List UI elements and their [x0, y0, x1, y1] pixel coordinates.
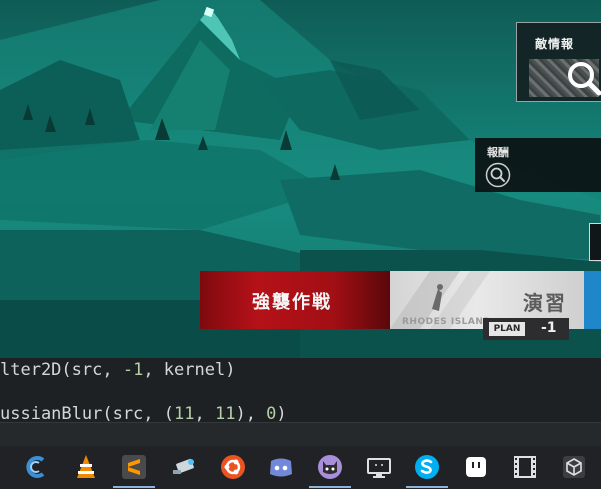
code-text: lter2D(src, [0, 360, 123, 380]
unity-icon[interactable] [559, 452, 589, 482]
taskbar [0, 446, 601, 489]
next-mode-edge[interactable] [584, 271, 601, 329]
code-line[interactable]: lter2D(src, -1, kernel) [0, 360, 235, 380]
game-window: 敵情報 報酬 強襲作戦 RHODES ISLAND 演習 PLAN -1 [0, 0, 601, 358]
code-text: ) [276, 404, 287, 424]
code-text: , kernel) [143, 360, 236, 380]
remote-desktop-icon[interactable] [169, 452, 199, 482]
report-label: 報酬 [487, 146, 509, 159]
code-text: ussianBlur(src, ( [0, 404, 174, 424]
vmware-icon[interactable] [364, 452, 394, 482]
code-number: 0 [266, 404, 277, 424]
enemy-info-panel[interactable]: 敵情報 [516, 22, 601, 102]
film-strip-icon[interactable] [510, 452, 540, 482]
plan-label: PLAN [489, 322, 525, 336]
magnifier-circle-icon [485, 162, 511, 188]
code-editor[interactable]: lter2D(src, -1, kernel) ussianBlur(src, … [0, 358, 601, 447]
discord-icon[interactable] [266, 452, 296, 482]
drill-subtext: RHODES ISLAND [402, 317, 492, 327]
assault-label: 強襲作戦 [252, 292, 332, 313]
code-number: -1 [122, 360, 144, 380]
plan-cost-value: -1 [541, 320, 557, 336]
editor-panel-bar [0, 422, 601, 447]
code-number: 11 [174, 404, 195, 424]
side-menu-tab[interactable] [589, 223, 601, 261]
magnifier-icon [568, 62, 601, 96]
code-number: 11 [214, 404, 236, 424]
github-desktop-icon[interactable] [309, 452, 351, 488]
ccleaner-icon[interactable] [22, 452, 52, 482]
active-indicator [309, 486, 351, 488]
plan-cost-badge: PLAN -1 [483, 318, 569, 340]
assault-operation-button[interactable]: 強襲作戦 [200, 271, 390, 329]
emulator-icon[interactable] [461, 452, 491, 482]
sublime-text-icon[interactable] [113, 452, 155, 488]
skype-icon[interactable] [406, 452, 448, 488]
enemy-info-label: 敵情報 [535, 37, 575, 51]
vlc-icon[interactable] [71, 452, 101, 482]
active-indicator [406, 486, 448, 488]
ubuntu-icon[interactable] [218, 452, 248, 482]
drill-label: 演習 [523, 291, 567, 315]
code-text: , [194, 404, 215, 424]
report-panel[interactable]: 報酬 [475, 138, 601, 192]
code-line[interactable]: ussianBlur(src, (11, 11), 0) [0, 404, 287, 424]
code-text: ), [235, 404, 267, 424]
active-indicator [113, 486, 155, 488]
